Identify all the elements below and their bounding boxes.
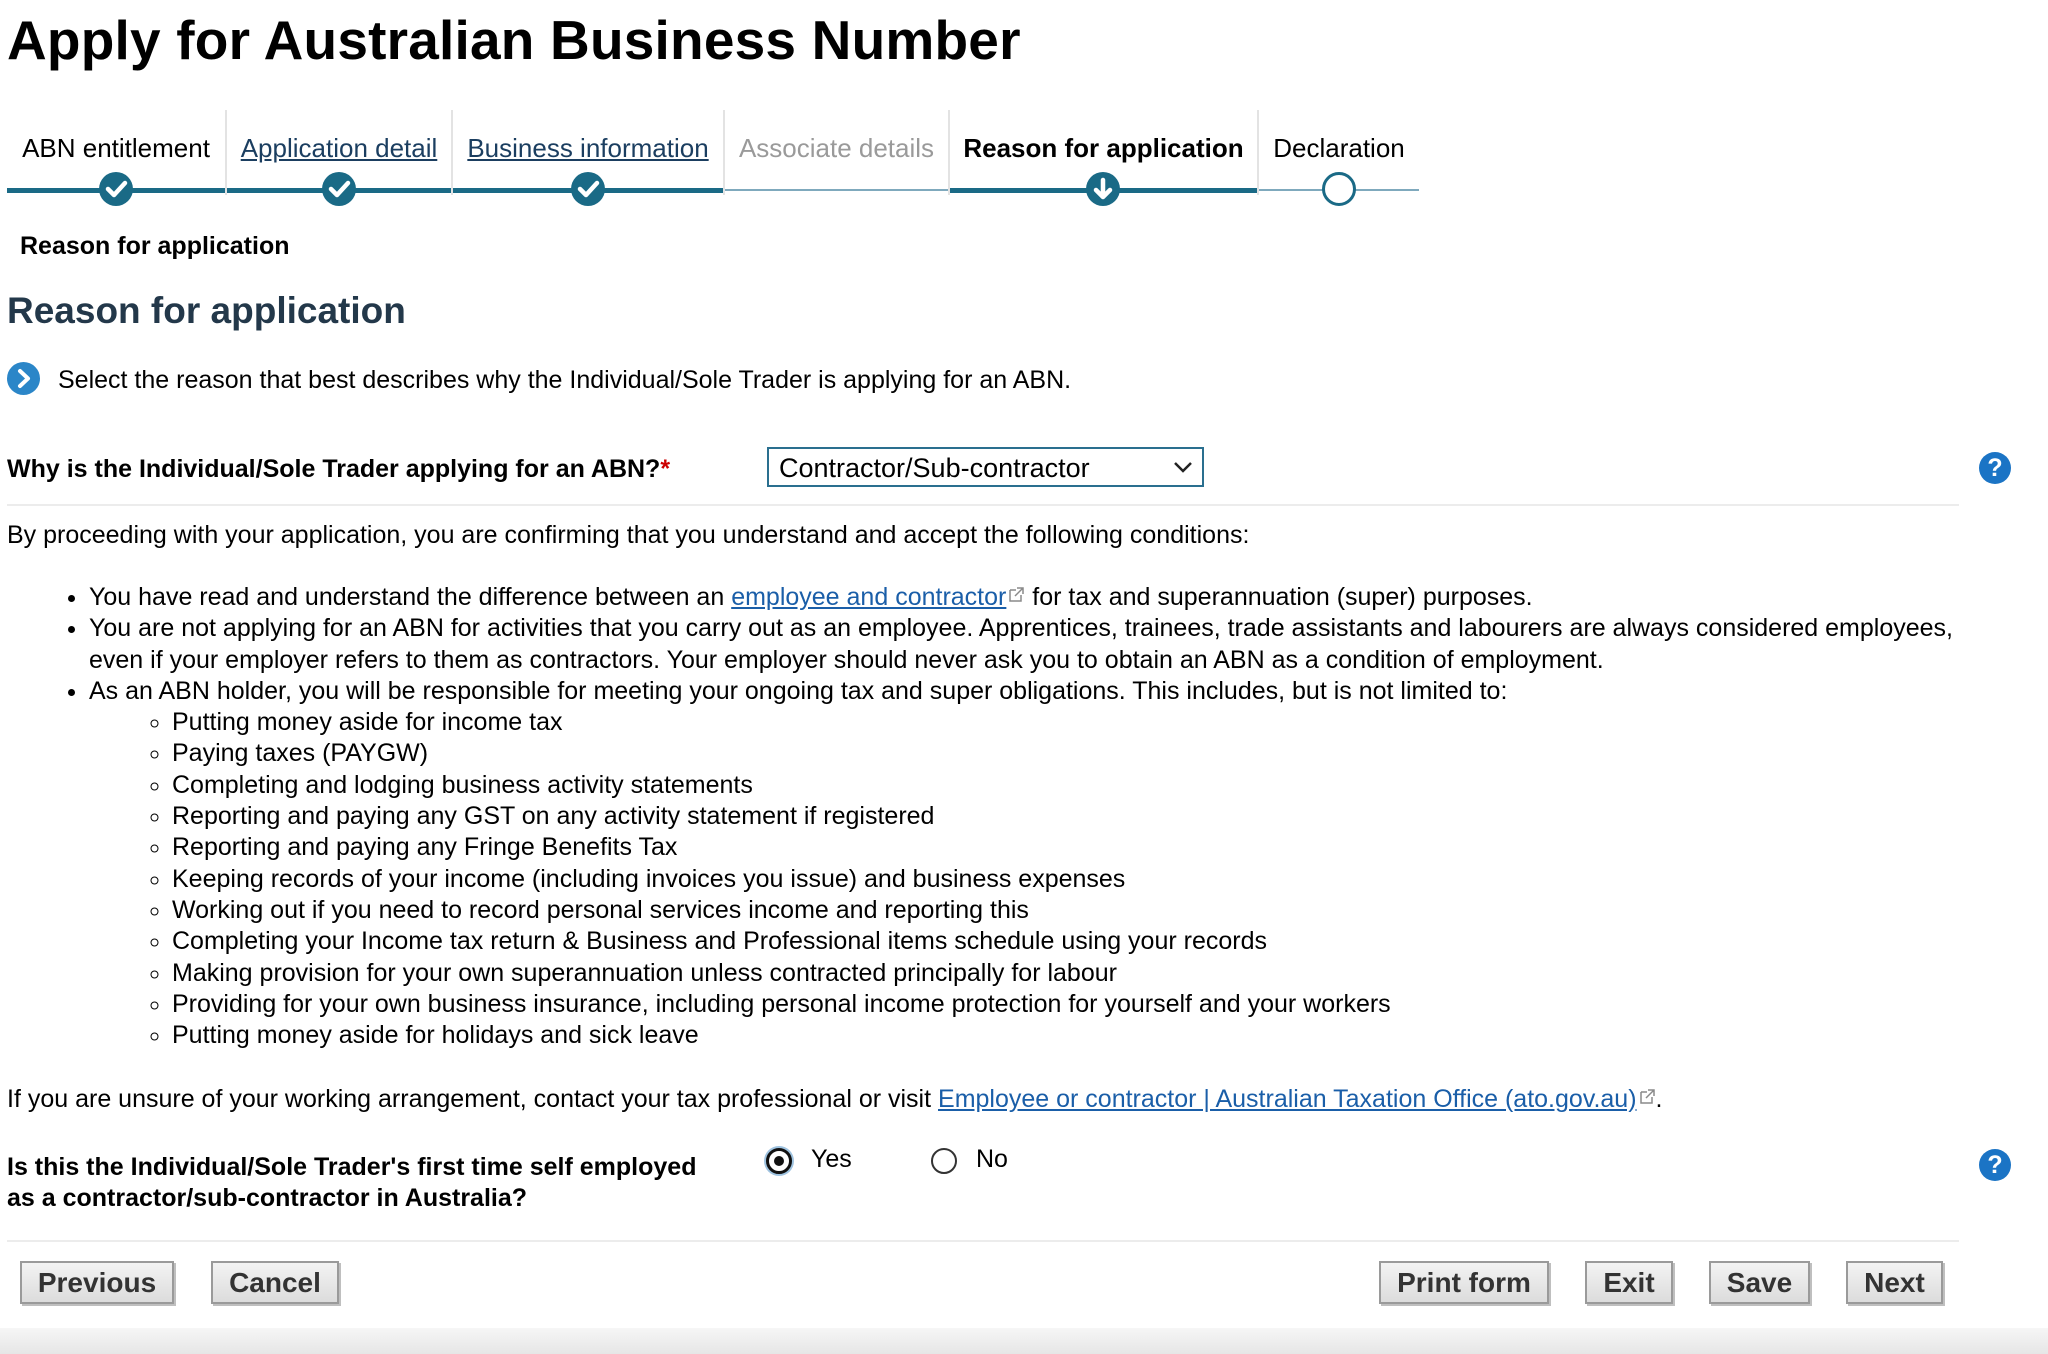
step-label[interactable]: Application detail: [227, 133, 451, 164]
next-button[interactable]: Next: [1846, 1261, 1943, 1304]
first-time-question-label: Is this the Individual/Sole Trader's fir…: [7, 1152, 696, 1214]
condition-text: You have read and understand the differe…: [89, 583, 732, 611]
obligation-item: Putting money aside for income tax: [172, 707, 1957, 738]
conditions-intro: By proceeding with your application, you…: [7, 521, 1250, 549]
condition-text: As an ABN holder, you will be responsibl…: [89, 676, 1508, 705]
previous-button[interactable]: Previous: [20, 1261, 174, 1304]
reason-question-label: Why is the Individual/Sole Trader applyi…: [7, 455, 670, 484]
condition-item: As an ABN holder, you will be responsibl…: [89, 676, 1957, 1052]
step-business-information[interactable]: Business information: [453, 110, 725, 206]
breadcrumb: Reason for application: [20, 232, 290, 260]
question-line: as a contractor/sub-contractor in Austra…: [7, 1184, 528, 1212]
obligations-list: Putting money aside for income tax Payin…: [89, 707, 1957, 1051]
obligation-item: Keeping records of your income (includin…: [172, 864, 1957, 895]
obligation-item: Reporting and paying any Fringe Benefits…: [172, 832, 1957, 863]
question-text: Why is the Individual/Sole Trader applyi…: [7, 455, 661, 483]
print-form-button[interactable]: Print form: [1379, 1261, 1549, 1304]
obligation-item: Completing and lodging business activity…: [172, 770, 1957, 801]
external-link-icon: [1639, 1089, 1655, 1104]
conditions-list: You have read and understand the differe…: [7, 582, 1957, 1051]
save-button[interactable]: Save: [1709, 1261, 1810, 1304]
check-icon: [322, 172, 356, 206]
radio-circle-selected[interactable]: [766, 1148, 792, 1174]
condition-text: for tax and superannuation (super) purpo…: [1025, 583, 1533, 611]
chevron-down-icon: [1172, 453, 1194, 489]
step-declaration: Declaration: [1259, 110, 1419, 206]
obligation-item: Putting money aside for holidays and sic…: [172, 1020, 1957, 1051]
chevron-right-icon: [7, 362, 40, 395]
external-link-icon: [1009, 587, 1025, 602]
check-icon: [571, 172, 605, 206]
ato-employee-contractor-link[interactable]: Employee or contractor | Australian Taxa…: [938, 1085, 1637, 1113]
required-marker: *: [660, 455, 671, 483]
step-application-detail[interactable]: Application detail: [227, 110, 453, 206]
condition-item: You have read and understand the differe…: [89, 582, 1957, 613]
info-text: Select the reason that best describes wh…: [58, 366, 1072, 394]
empty-circle-icon: [1322, 172, 1356, 206]
divider: [7, 1240, 1959, 1242]
question-mark-icon[interactable]: ?: [1979, 452, 2011, 484]
step-label: Associate details: [738, 133, 935, 163]
step-associate-details: Associate details: [725, 110, 950, 195]
page-title: Apply for Australian Business Number: [7, 9, 1021, 71]
unsure-text-end: .: [1655, 1085, 1663, 1113]
question-line: Is this the Individual/Sole Trader's fir…: [7, 1153, 697, 1181]
reason-select-value: Contractor/Sub-contractor: [779, 453, 1090, 483]
obligation-item: Working out if you need to record person…: [172, 895, 1957, 926]
footer-band: [0, 1328, 2048, 1354]
step-label: ABN entitlement: [22, 133, 210, 163]
obligation-item: Providing for your own business insuranc…: [172, 989, 1957, 1020]
step-progress-line: [725, 189, 948, 191]
obligation-item: Completing your Income tax return & Busi…: [172, 926, 1957, 957]
down-arrow-icon: [1086, 172, 1120, 206]
radio-circle[interactable]: [931, 1148, 957, 1174]
unsure-text: If you are unsure of your working arrang…: [7, 1085, 1663, 1114]
condition-item: You are not applying for an ABN for acti…: [89, 613, 1957, 676]
cancel-button[interactable]: Cancel: [211, 1261, 339, 1304]
obligation-item: Paying taxes (PAYGW): [172, 738, 1957, 769]
question-mark-icon[interactable]: ?: [1979, 1149, 2011, 1181]
step-label[interactable]: Business information: [453, 133, 723, 164]
step-reason-for-application: Reason for application: [950, 110, 1259, 206]
radio-label[interactable]: Yes: [811, 1145, 852, 1174]
obligation-item: Reporting and paying any GST on any acti…: [172, 801, 1957, 832]
employee-contractor-link[interactable]: employee and contractor: [731, 583, 1006, 611]
step-label: Reason for application: [963, 133, 1244, 163]
check-icon: [99, 172, 133, 206]
divider: [7, 504, 1959, 506]
step-label: Declaration: [1273, 133, 1405, 163]
step-abn-entitlement[interactable]: ABN entitlement: [7, 110, 227, 206]
obligation-item: Making provision for your own superannua…: [172, 958, 1957, 989]
unsure-text-start: If you are unsure of your working arrang…: [7, 1085, 939, 1113]
section-heading: Reason for application: [7, 290, 406, 331]
exit-button[interactable]: Exit: [1585, 1261, 1673, 1304]
radio-label[interactable]: No: [976, 1145, 1008, 1174]
reason-select[interactable]: Contractor/Sub-contractor: [767, 447, 1204, 487]
